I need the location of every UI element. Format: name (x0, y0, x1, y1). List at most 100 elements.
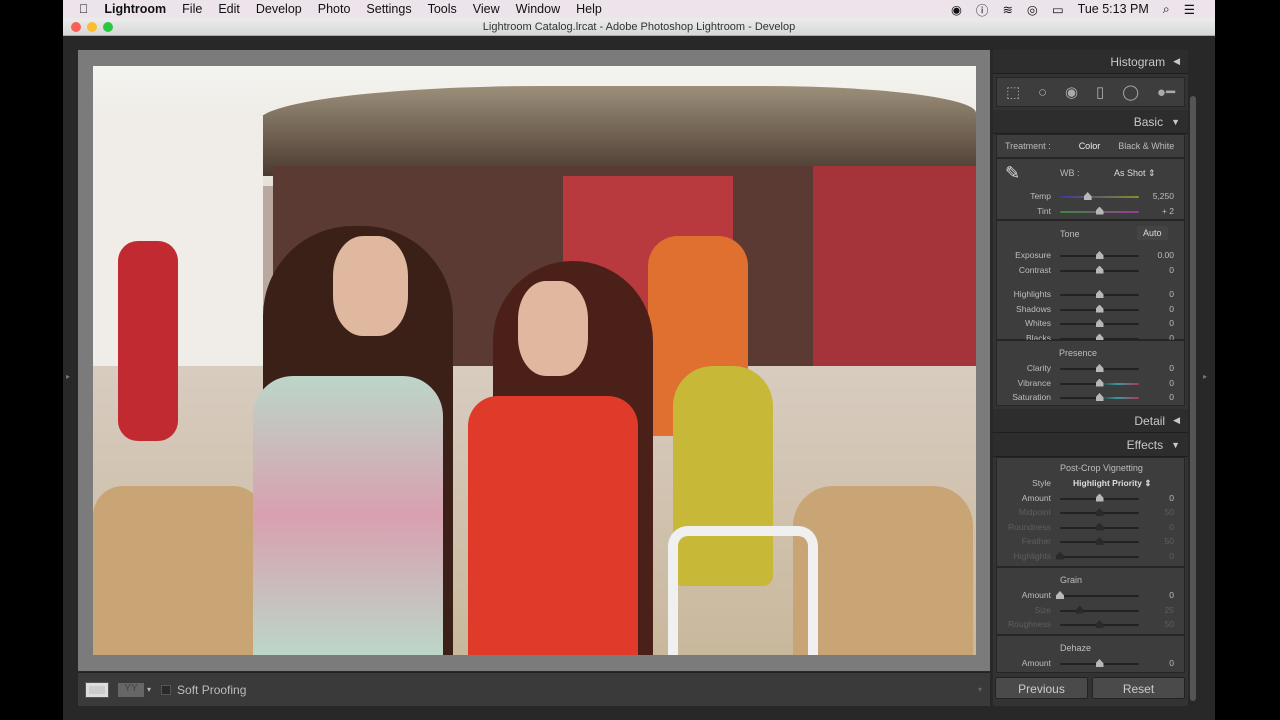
highlights-value[interactable]: 0 (1169, 551, 1174, 561)
apple-icon[interactable]:  (63, 2, 96, 16)
menu-help[interactable]: Help (568, 2, 610, 16)
tint-value[interactable]: + 2 (1162, 206, 1174, 216)
contrast-slider[interactable] (1060, 265, 1139, 274)
roundness-value[interactable]: 0 (1169, 522, 1174, 532)
midpoint-slider[interactable] (1060, 508, 1139, 516)
toolbar-menu-icon[interactable]: ▾ (978, 685, 982, 694)
menu-tools[interactable]: Tools (420, 2, 465, 16)
record-icon[interactable]: ◉ (951, 2, 962, 17)
saturation-slider[interactable] (1060, 393, 1139, 401)
treatment-bw-button[interactable]: Black & White (1118, 141, 1174, 151)
roughness-slider-thumb[interactable] (1095, 620, 1104, 628)
notification-center-icon[interactable]: ☰ (1184, 2, 1195, 17)
reset-button[interactable]: Reset (1092, 677, 1185, 699)
highlights-slider[interactable] (1060, 290, 1139, 298)
midpoint-value[interactable]: 50 (1165, 507, 1174, 517)
loupe-view-button[interactable] (85, 681, 109, 698)
clarity-slider[interactable] (1060, 364, 1139, 372)
feather-value[interactable]: 50 (1165, 536, 1174, 546)
whites-slider-thumb[interactable] (1095, 319, 1104, 327)
amount-slider[interactable] (1060, 659, 1139, 667)
menu-view[interactable]: View (465, 2, 508, 16)
amount-value[interactable]: 0 (1169, 590, 1174, 600)
effects-header[interactable]: Effects ▼ (993, 433, 1188, 457)
tint-slider[interactable] (1060, 206, 1139, 215)
treatment-color-button[interactable]: Color (1079, 141, 1101, 151)
shadows-slider-thumb[interactable] (1095, 304, 1104, 313)
detail-header[interactable]: Detail ◀ (993, 409, 1188, 433)
whites-value[interactable]: 0 (1169, 318, 1174, 328)
menu-lightroom[interactable]: Lightroom (96, 2, 174, 16)
temp-slider-thumb[interactable] (1083, 192, 1092, 200)
info-icon[interactable]: ⓘ (976, 0, 989, 19)
contrast-value[interactable]: 0 (1169, 265, 1174, 275)
tint-slider-thumb[interactable] (1095, 206, 1104, 215)
temp-value[interactable]: 5,250 (1153, 191, 1174, 201)
vpn-icon[interactable]: ◎ (1027, 2, 1038, 17)
amount-slider-thumb[interactable] (1056, 591, 1064, 599)
highlights-value[interactable]: 0 (1169, 289, 1174, 299)
roundness-slider[interactable] (1060, 522, 1139, 531)
menu-photo[interactable]: Photo (310, 2, 359, 16)
menu-edit[interactable]: Edit (210, 2, 248, 16)
battery-icon[interactable]: ▭ (1052, 2, 1064, 17)
right-panel-toggle-icon[interactable]: ▸ (1203, 372, 1207, 381)
vibrance-slider[interactable] (1060, 378, 1139, 387)
exposure-slider[interactable] (1060, 251, 1139, 259)
saturation-value[interactable]: 0 (1169, 392, 1174, 402)
style-select[interactable]: Highlight Priority ⇕ (1073, 478, 1151, 489)
contrast-slider-thumb[interactable] (1095, 265, 1104, 274)
shadows-slider[interactable] (1060, 304, 1139, 313)
menu-settings[interactable]: Settings (358, 2, 419, 16)
highlights-slider-thumb[interactable] (1056, 551, 1064, 560)
basic-header[interactable]: Basic ▼ (993, 110, 1188, 134)
vibrance-slider-thumb[interactable] (1095, 378, 1104, 387)
roundness-slider-thumb[interactable] (1095, 522, 1104, 531)
whites-slider[interactable] (1060, 319, 1139, 327)
saturation-slider-thumb[interactable] (1095, 393, 1104, 401)
wb-select[interactable]: As Shot ⇕ (1114, 168, 1156, 179)
size-slider[interactable] (1060, 605, 1139, 614)
exposure-slider-thumb[interactable] (1095, 251, 1104, 259)
amount-slider[interactable] (1056, 591, 1139, 599)
amount-value[interactable]: 0 (1169, 658, 1174, 668)
left-panel-toggle-icon[interactable]: ▸ (66, 372, 70, 381)
spotlight-search-icon[interactable]: ⌕ (1163, 2, 1170, 17)
roughness-slider[interactable] (1060, 620, 1139, 628)
clarity-slider-thumb[interactable] (1095, 364, 1104, 372)
photo[interactable] (93, 66, 976, 655)
menu-develop[interactable]: Develop (248, 2, 310, 16)
menu-window[interactable]: Window (508, 2, 568, 16)
before-after-dropdown-icon[interactable]: ▾ (147, 685, 151, 694)
clock[interactable]: Tue 5:13 PM (1078, 2, 1149, 16)
amount-value[interactable]: 0 (1169, 493, 1174, 503)
wifi-icon[interactable]: ≋ (1002, 2, 1012, 17)
shadows-value[interactable]: 0 (1169, 304, 1174, 314)
before-after-button[interactable]: YY (118, 682, 144, 697)
exposure-value[interactable]: 0.00 (1157, 250, 1174, 260)
vibrance-value[interactable]: 0 (1169, 378, 1174, 388)
soft-proofing-checkbox[interactable] (161, 684, 172, 695)
adjustment-brush-icon[interactable]: ●━ (1157, 83, 1175, 101)
highlights-slider-thumb[interactable] (1095, 290, 1104, 298)
minimize-button[interactable] (87, 22, 97, 32)
feather-slider-thumb[interactable] (1095, 537, 1104, 545)
amount-slider-thumb[interactable] (1095, 493, 1104, 502)
menu-file[interactable]: File (174, 2, 210, 16)
graduated-filter-icon[interactable]: ▯ (1096, 83, 1104, 101)
previous-button[interactable]: Previous (995, 677, 1088, 699)
amount-slider-thumb[interactable] (1095, 659, 1104, 667)
midpoint-slider-thumb[interactable] (1095, 508, 1104, 516)
roughness-value[interactable]: 50 (1165, 619, 1174, 629)
red-eye-icon[interactable]: ◉ (1065, 83, 1078, 101)
radial-filter-icon[interactable]: ◯ (1122, 83, 1139, 101)
histogram-header[interactable]: Histogram ◀ (993, 50, 1188, 74)
close-button[interactable] (71, 22, 81, 32)
clarity-value[interactable]: 0 (1169, 363, 1174, 373)
highlights-slider[interactable] (1056, 551, 1139, 560)
amount-slider[interactable] (1060, 493, 1139, 502)
zoom-button[interactable] (103, 22, 113, 32)
size-value[interactable]: 25 (1165, 605, 1174, 615)
size-slider-thumb[interactable] (1075, 605, 1084, 614)
auto-tone-button[interactable]: Auto (1137, 226, 1168, 240)
